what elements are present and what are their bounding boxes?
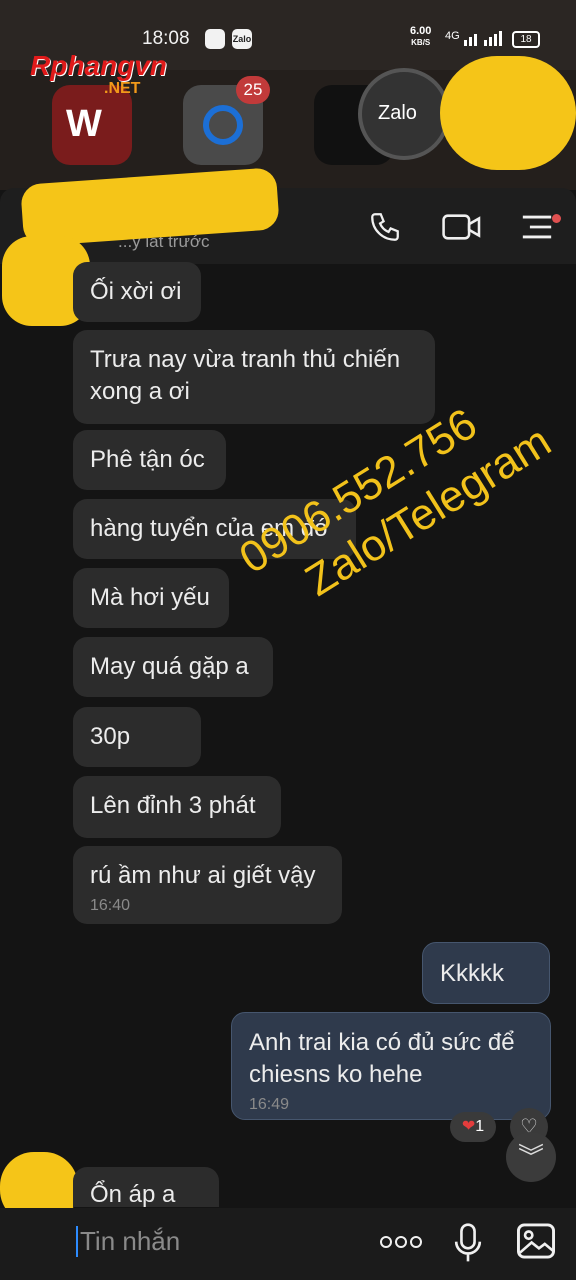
message-input-bar: Tin nhắn <box>0 1208 576 1280</box>
watermark-logo: Rphangvn <box>30 50 167 81</box>
signal-icon <box>464 31 502 46</box>
outgoing-message[interactable]: Anh trai kia có đủ sức để chiesns ko heh… <box>231 1012 551 1120</box>
incoming-message[interactable]: Mà hơi yếu <box>73 568 229 628</box>
watermark-logo-tld: .NET <box>104 80 141 97</box>
incoming-message[interactable]: Trưa nay vừa tranh thủ chiến xong a ơi <box>73 330 435 424</box>
notification-app-icon <box>205 29 225 49</box>
status-time: 18:08 <box>142 28 190 49</box>
zalo-chat-bubble[interactable]: Zalo <box>358 68 450 160</box>
incoming-message[interactable]: rú ầm như ai giết vậy 16:40 <box>73 846 342 924</box>
message-time: 16:40 <box>90 897 131 914</box>
menu-icon[interactable] <box>520 212 554 242</box>
incoming-message[interactable]: May quá gặp a <box>73 637 273 697</box>
message-time: 16:49 <box>249 1096 290 1113</box>
incoming-message[interactable]: Lên đỉnh 3 phát <box>73 776 281 838</box>
more-options-icon[interactable] <box>378 1232 424 1252</box>
incoming-message[interactable]: Ối xời ơi <box>73 262 201 322</box>
double-chevron-down-icon: ︾ <box>517 1142 544 1172</box>
heart-icon: ❤ <box>461 1118 476 1135</box>
network-type: 4G <box>445 30 460 42</box>
scroll-down-button[interactable]: ︾ <box>506 1132 556 1182</box>
zalo-notification-icon: Zalo <box>232 29 252 49</box>
menu-notification-dot <box>552 214 561 223</box>
reaction-badge[interactable]: ❤1 <box>450 1112 496 1142</box>
network-speed: 6.00 KB/S <box>410 25 432 48</box>
incoming-message[interactable]: Phê tận óc <box>73 430 226 490</box>
redaction-mark <box>440 56 576 170</box>
battery-icon: 18 <box>512 31 540 48</box>
message-input[interactable]: Tin nhắn <box>76 1226 180 1257</box>
microphone-icon[interactable] <box>452 1222 484 1264</box>
incoming-message[interactable]: Ổn áp a ơi <box>73 1167 219 1207</box>
outgoing-message[interactable]: Kkkkk <box>422 942 550 1004</box>
video-call-icon[interactable] <box>440 210 484 244</box>
phone-call-icon[interactable] <box>368 210 402 244</box>
app-badge: 25 <box>236 76 270 104</box>
incoming-message[interactable]: 30p <box>73 707 201 767</box>
image-gallery-icon[interactable] <box>515 1222 557 1260</box>
